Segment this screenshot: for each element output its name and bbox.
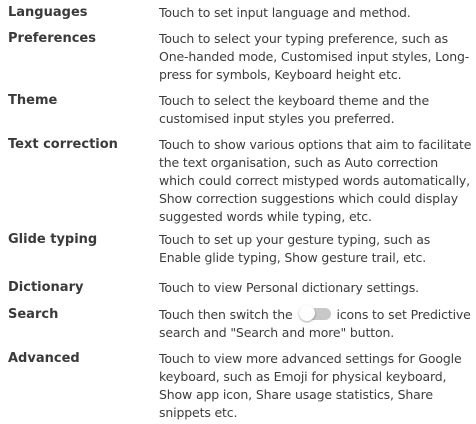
description-line: Touch to set up your gesture typing, suc… — [159, 232, 431, 247]
description-line: Touch to select your typing preference, … — [159, 31, 448, 46]
description-line: Touch to set input language and method. — [159, 5, 411, 20]
description-line: search and "Search and more" button. — [159, 325, 395, 340]
term-dictionary: Dictionary — [8, 280, 84, 295]
description-line: which could correct mistyped words autom… — [159, 173, 470, 188]
description-advanced: Touch to view more advanced settings for… — [159, 350, 475, 422]
description-line: Touch to show various options that aim t… — [159, 137, 472, 152]
description-text-correction: Touch to show various options that aim t… — [159, 136, 475, 226]
description-line: Show app icon, Share usage statistics, S… — [159, 387, 433, 402]
term-text-correction: Text correction — [8, 137, 118, 152]
description-theme: Touch to select the keyboard theme and t… — [159, 92, 475, 128]
description-line: the text organisation, such as Auto corr… — [159, 155, 439, 170]
description-glide-typing: Touch to set up your gesture typing, suc… — [159, 231, 475, 267]
description-line: Touch to select the keyboard theme and t… — [159, 93, 429, 108]
term-glide-typing: Glide typing — [8, 232, 98, 247]
term-preferences: Preferences — [8, 31, 96, 46]
toggle-switch-off-icon — [298, 305, 333, 321]
description-line: Touch to view Personal dictionary settin… — [159, 280, 420, 295]
term-search: Search — [8, 307, 59, 322]
description-line: customised input styles you preferred. — [159, 111, 395, 126]
description-line: One-handed mode, Customised input styles… — [159, 49, 470, 64]
toggle-knob — [298, 305, 315, 321]
description-line: keyboard, such as Emoji for physical key… — [159, 369, 447, 384]
description-text-before-icon: Touch then switch the — [159, 307, 293, 322]
description-line: snippets etc. — [159, 405, 238, 420]
term-advanced: Advanced — [8, 351, 80, 366]
description-line: press for symbols, Keyboard height etc. — [159, 67, 402, 82]
description-preferences: Touch to select your typing preference, … — [159, 30, 475, 84]
description-line: Touch to view more advanced settings for… — [159, 351, 462, 366]
keyboard-settings-description-list: Languages Touch to set input language an… — [0, 0, 476, 424]
description-line: Show correction suggestions which could … — [159, 191, 458, 206]
description-search: Touch then switch the icons to set Predic… — [159, 305, 475, 342]
description-line: Enable glide typing, Show gesture trail,… — [159, 250, 427, 265]
description-text-after-icon: icons to set Predictive — [336, 307, 471, 322]
term-languages: Languages — [8, 5, 88, 20]
description-line-with-icon: Touch then switch the icons to set Predic… — [159, 305, 475, 324]
term-theme: Theme — [8, 93, 58, 108]
description-line: suggested words while typing, etc. — [159, 209, 372, 224]
description-languages: Touch to set input language and method. — [159, 4, 475, 22]
description-dictionary: Touch to view Personal dictionary settin… — [159, 279, 475, 297]
